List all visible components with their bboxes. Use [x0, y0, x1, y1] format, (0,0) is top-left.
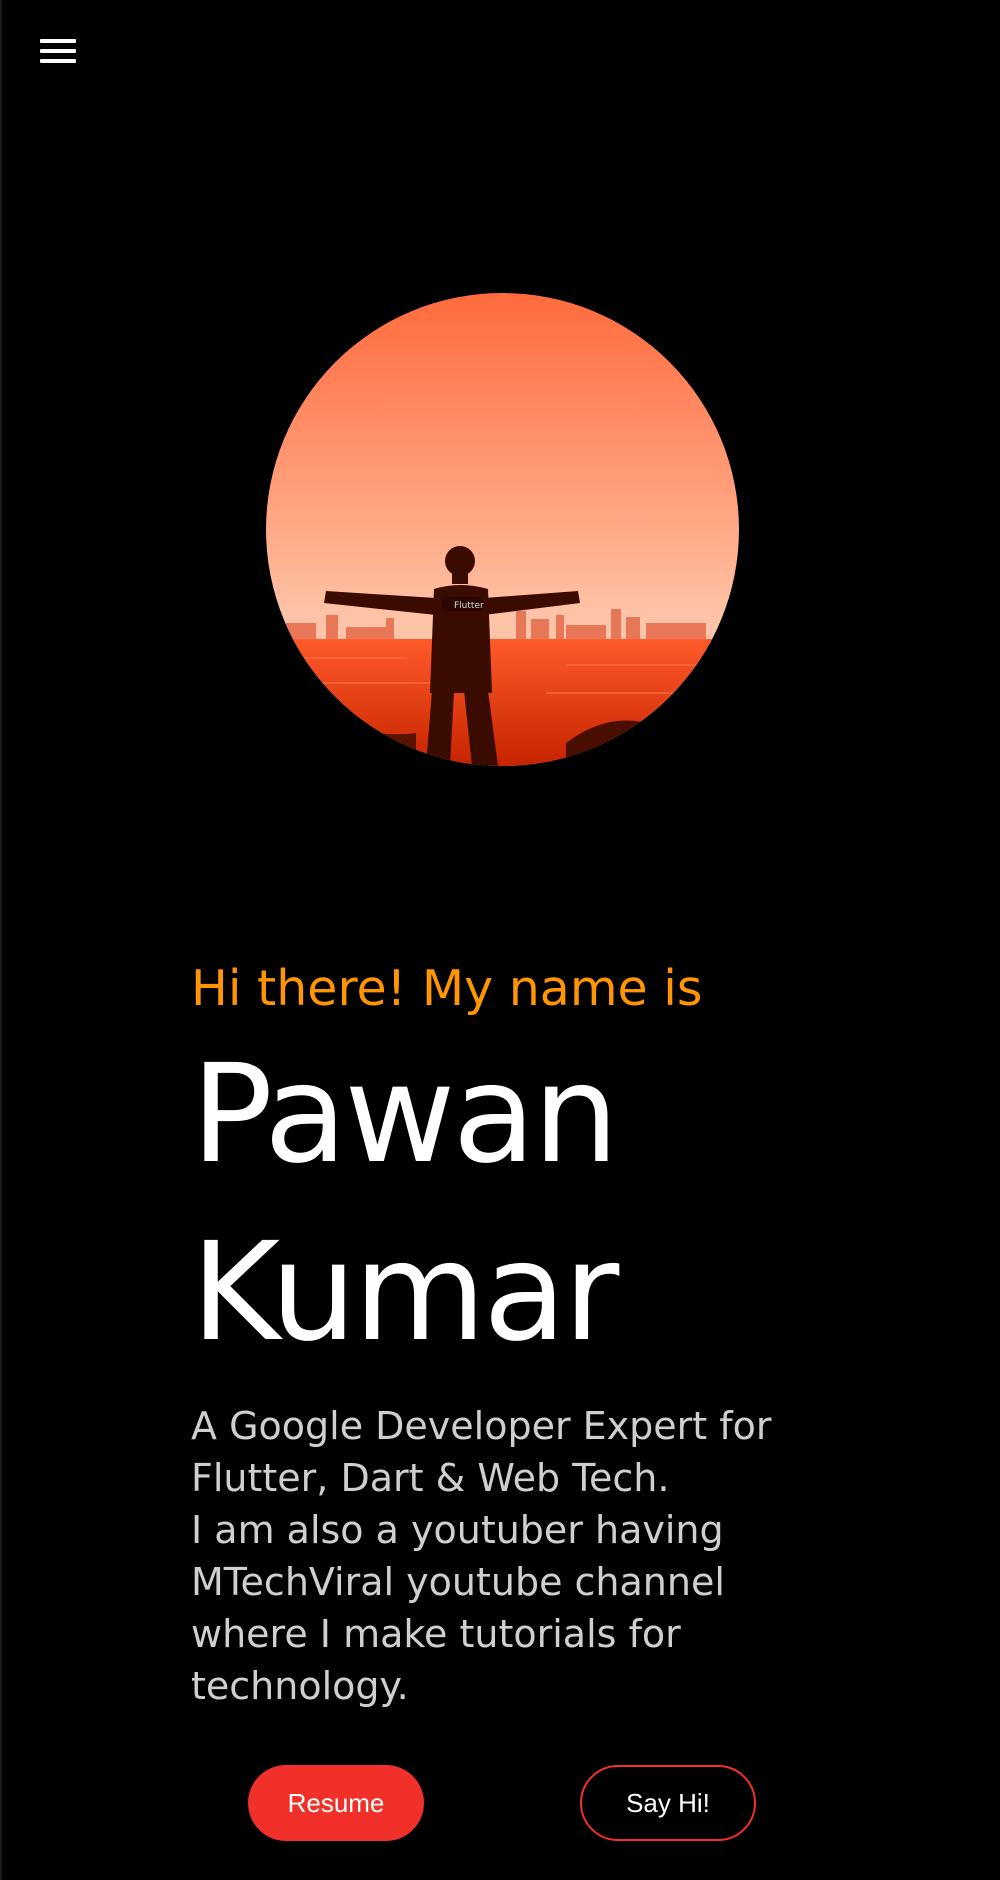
bio-text: A Google Developer Expert for Flutter, D…	[191, 1400, 811, 1712]
menu-bar	[40, 59, 76, 63]
profile-photo: Flutter	[266, 293, 739, 766]
bio-line: I am also a youtuber having	[191, 1508, 724, 1552]
profile-photo-image: Flutter	[266, 293, 739, 766]
last-name: Kumar	[191, 1214, 619, 1372]
greeting-text: Hi there! My name is	[191, 960, 703, 1017]
bio-line: Flutter, Dart & Web Tech.	[191, 1456, 670, 1500]
window-edge	[0, 0, 2, 1880]
bio-line: MTechViral youtube channel	[191, 1560, 725, 1604]
hamburger-menu-icon[interactable]	[36, 34, 80, 70]
first-name: Pawan	[191, 1036, 619, 1194]
page-title: Pawan Kumar	[191, 1026, 831, 1382]
intro-section: Hi there! My name is Pawan Kumar	[191, 954, 831, 1382]
bio-line: technology.	[191, 1664, 409, 1708]
bio-line: A Google Developer Expert for	[191, 1404, 772, 1448]
bio-line: where I make tutorials for	[191, 1612, 681, 1656]
shirt-text: Flutter	[454, 601, 484, 611]
menu-bar	[40, 49, 76, 53]
menu-bar	[40, 39, 76, 43]
resume-button[interactable]: Resume	[248, 1765, 424, 1841]
say-hi-button[interactable]: Say Hi!	[580, 1765, 756, 1841]
